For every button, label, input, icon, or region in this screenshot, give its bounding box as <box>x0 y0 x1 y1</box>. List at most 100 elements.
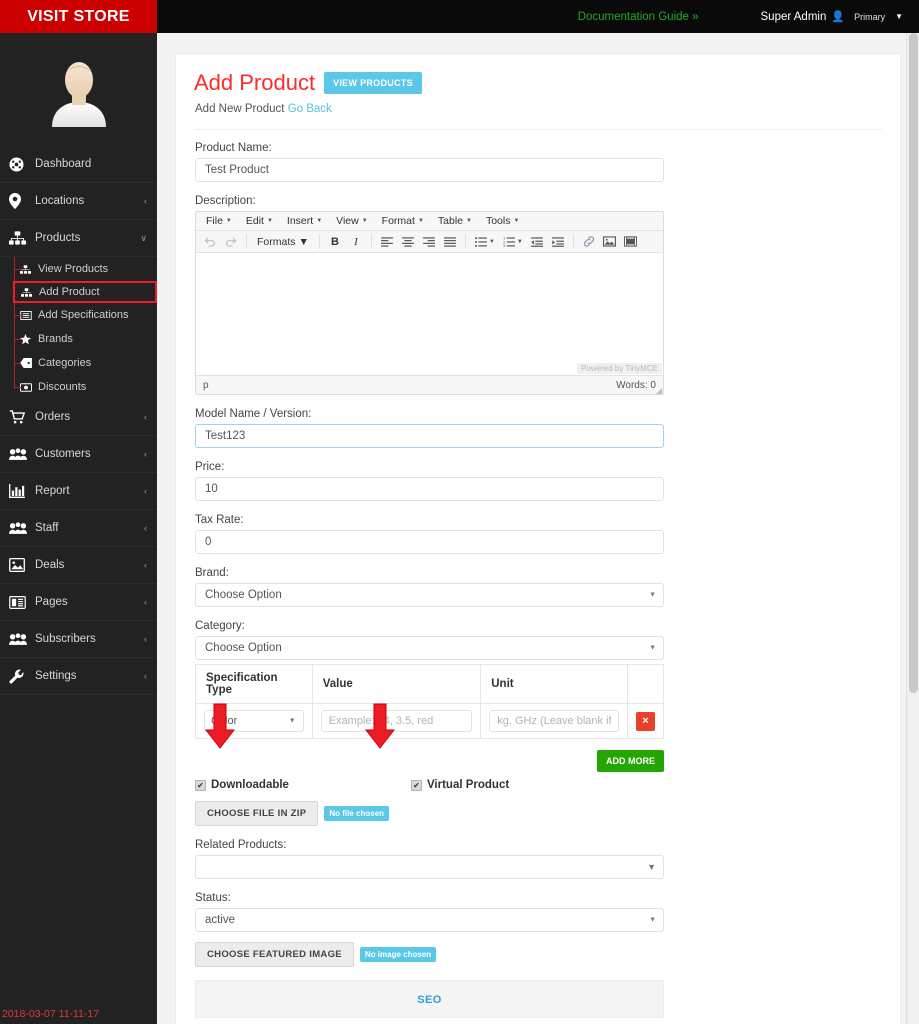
choose-featured-image-button[interactable]: CHOOSE FEATURED IMAGE <box>195 942 354 967</box>
toolbar-separator <box>572 234 574 249</box>
sidebar-item-dashboard[interactable]: Dashboard <box>0 146 157 183</box>
sidebar-item-deals[interactable]: Deals ‹ <box>0 547 157 584</box>
menu-view[interactable]: View ▼ <box>330 214 374 228</box>
sidebar-item-discounts[interactable]: Discounts <box>0 375 157 399</box>
sidebar-item-label: Staff <box>35 522 59 534</box>
tax-rate-input[interactable] <box>195 530 664 554</box>
price-input[interactable] <box>195 477 664 501</box>
specification-value-input[interactable] <box>320 710 473 732</box>
sidebar-item-report[interactable]: Report ‹ <box>0 473 157 510</box>
image-icon[interactable] <box>600 233 620 251</box>
italic-icon[interactable]: I <box>346 233 366 251</box>
specification-unit-input[interactable] <box>489 710 619 732</box>
sidebar-item-subscribers[interactable]: Subscribers ‹ <box>0 621 157 658</box>
choose-file-in-zip-button[interactable]: CHOOSE FILE IN ZIP <box>195 801 319 826</box>
sidebar-item-orders[interactable]: Orders ‹ <box>0 399 157 436</box>
spec-table-body: Color ▼ Example: 14, 3.5, red kg, GHz (L… <box>195 703 665 739</box>
sidebar-item-categories[interactable]: Categories <box>0 351 157 375</box>
chevron-down-icon: ▼ <box>516 238 523 245</box>
chevron-down-icon: ▼ <box>361 218 368 224</box>
menu-tools[interactable]: Tools ▼ <box>480 214 525 228</box>
menu-file[interactable]: File ▼ <box>200 214 238 228</box>
undo-icon[interactable] <box>200 233 220 251</box>
breadcrumb: Add New Product Go Back <box>195 103 882 115</box>
formats-dropdown[interactable]: Formats ▼ <box>252 235 314 249</box>
model-name-label: Model Name / Version: <box>195 408 312 420</box>
description-editor[interactable]: File ▼ Edit ▼ Insert ▼ View ▼ Format ▼ Table ▼… <box>195 211 664 395</box>
product-name-input[interactable] <box>195 158 664 182</box>
downloadable-checkbox-group[interactable]: ✔ Downloadable <box>195 779 289 791</box>
zip-file-row: CHOOSE FILE IN ZIP No file chosen <box>195 801 881 826</box>
editor-content-area[interactable]: Powered by TinyMCE <box>196 253 663 376</box>
sidebar-item-label: Locations <box>35 195 85 207</box>
downloadable-checkbox[interactable]: ✔ <box>195 779 206 791</box>
sidebar-item-customers[interactable]: Customers ‹ <box>0 436 157 473</box>
model-name-input[interactable] <box>195 424 664 448</box>
menu-insert[interactable]: Insert ▼ <box>281 214 328 228</box>
go-back-link[interactable]: Go Back <box>288 103 332 115</box>
spec-type-cell: Color ▼ <box>195 703 313 739</box>
menu-edit[interactable]: Edit ▼ <box>240 214 279 228</box>
spec-header-unit: Unit <box>480 664 628 704</box>
user-avatar-icon <box>42 53 116 127</box>
sidebar-item-settings[interactable]: Settings ‹ <box>0 658 157 695</box>
sidebar-item-products[interactable]: Products ∨ <box>0 220 157 257</box>
page-header: Add Product VIEW PRODUCTS <box>194 70 882 96</box>
sidebar-item-brands[interactable]: Brands <box>0 327 157 351</box>
brand-select[interactable]: Choose Option <box>195 583 664 607</box>
status-select[interactable]: active <box>195 908 664 932</box>
user-menu[interactable]: Super Admin 👤 Primary ▼ <box>761 10 903 24</box>
timestamp-label: 2018-03-07 11-11-17 <box>2 1008 100 1020</box>
sidebar-item-add-product[interactable]: Add Product <box>13 281 157 303</box>
align-right-icon[interactable] <box>419 233 439 251</box>
bullet-list-split[interactable]: ▼ <box>471 233 498 251</box>
chevron-left-icon: ‹ <box>144 597 147 607</box>
related-products-select[interactable] <box>195 855 664 879</box>
virtual-product-checkbox-group[interactable]: ✔ Virtual Product <box>410 779 509 791</box>
page-scrollbar[interactable] <box>906 33 919 1024</box>
featured-image-row: CHOOSE FEATURED IMAGE No image chosen <box>195 942 881 967</box>
media-icon[interactable] <box>621 233 641 251</box>
spec-header-row: Specification Type Value Unit <box>195 664 665 704</box>
align-center-icon[interactable] <box>398 233 418 251</box>
bullet-list-icon[interactable] <box>471 233 491 251</box>
sidebar-item-view-products[interactable]: View Products <box>0 257 157 281</box>
remove-specification-button[interactable]: × <box>635 711 655 731</box>
documentation-guide-link[interactable]: Documentation Guide » <box>578 11 699 23</box>
category-select[interactable]: Choose Option <box>195 636 664 660</box>
chevron-left-icon: ‹ <box>144 523 147 533</box>
link-icon[interactable] <box>579 233 599 251</box>
numbered-list-icon[interactable]: 123 <box>499 233 519 251</box>
sidebar-item-pages[interactable]: Pages ‹ <box>0 584 157 621</box>
numbered-list-split[interactable]: 123 ▼ <box>499 233 526 251</box>
resize-handle-icon[interactable] <box>656 388 662 394</box>
user-icon: 👤 <box>831 11 846 23</box>
bold-icon[interactable]: B <box>325 233 345 251</box>
editor-statusbar: p Words: 0 <box>196 376 663 394</box>
sidebar-item-staff[interactable]: Staff ‹ <box>0 510 157 547</box>
sidebar-item-label: Dashboard <box>35 158 92 170</box>
visit-store-banner[interactable]: VISIT STORE <box>0 0 157 33</box>
redo-icon[interactable] <box>221 233 241 251</box>
virtual-product-checkbox[interactable]: ✔ <box>410 779 422 791</box>
indent-icon[interactable] <box>548 233 568 251</box>
bar-chart-icon <box>9 484 35 498</box>
view-products-button[interactable]: VIEW PRODUCTS <box>324 72 422 94</box>
outdent-icon[interactable] <box>527 233 547 251</box>
chevron-left-icon: ‹ <box>144 196 147 206</box>
seo-section-toggle[interactable]: SEO <box>195 980 664 1018</box>
scrollbar-thumb[interactable] <box>909 33 918 693</box>
menu-format[interactable]: Format ▼ <box>376 214 430 228</box>
sidebar-item-locations[interactable]: Locations ‹ <box>0 183 157 220</box>
add-more-button[interactable]: ADD MORE <box>597 750 664 772</box>
menu-table[interactable]: Table ▼ <box>432 214 478 228</box>
submenu-label: Add Specifications <box>38 309 129 321</box>
spec-table-head: Specification Type Value Unit <box>195 664 665 704</box>
chevron-down-icon: ▼ <box>266 218 273 224</box>
specification-type-select[interactable]: Color <box>204 710 304 732</box>
users-icon <box>9 632 35 646</box>
align-justify-icon[interactable] <box>440 233 460 251</box>
category-label: Category: <box>195 620 245 632</box>
align-left-icon[interactable] <box>377 233 397 251</box>
sidebar-item-add-specifications[interactable]: Add Specifications <box>0 303 157 327</box>
